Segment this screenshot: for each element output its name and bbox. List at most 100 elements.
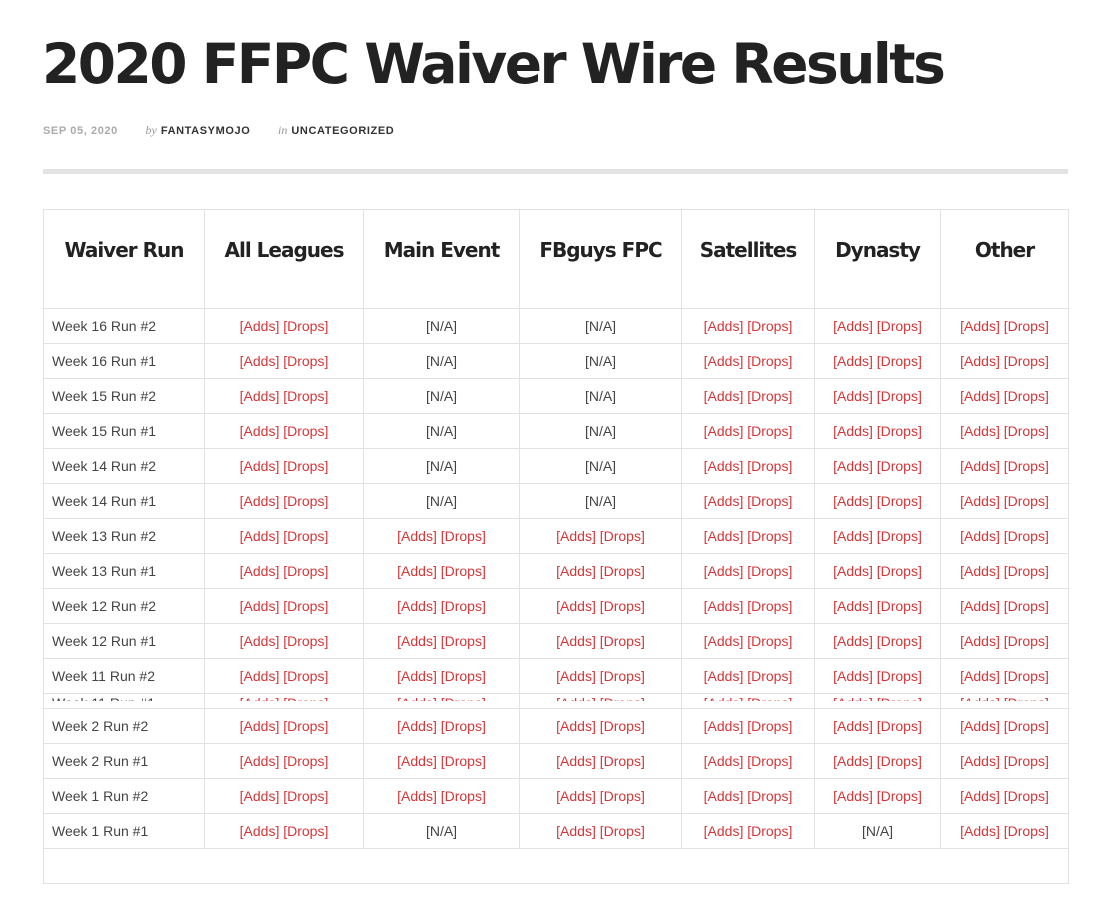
drops-link[interactable]: [Drops] xyxy=(283,318,328,334)
drops-link[interactable]: [Drops] xyxy=(747,598,792,614)
drops-link[interactable]: [Drops] xyxy=(877,563,922,579)
drops-link[interactable]: [Drops] xyxy=(600,528,645,544)
author-link[interactable]: FANTASYMOJO xyxy=(161,125,251,137)
adds-link[interactable]: [Adds] xyxy=(704,788,744,804)
adds-link[interactable]: [Adds] xyxy=(960,423,1000,439)
adds-link[interactable]: [Adds] xyxy=(240,563,280,579)
adds-link[interactable]: [Adds] xyxy=(556,598,596,614)
drops-link[interactable]: [Drops] xyxy=(877,695,922,701)
adds-link[interactable]: [Adds] xyxy=(556,633,596,649)
adds-link[interactable]: [Adds] xyxy=(397,598,437,614)
drops-link[interactable]: [Drops] xyxy=(747,493,792,509)
drops-link[interactable]: [Drops] xyxy=(283,823,328,839)
drops-link[interactable]: [Drops] xyxy=(747,823,792,839)
adds-link[interactable]: [Adds] xyxy=(704,458,744,474)
adds-link[interactable]: [Adds] xyxy=(833,695,873,701)
adds-link[interactable]: [Adds] xyxy=(960,668,1000,684)
adds-link[interactable]: [Adds] xyxy=(960,633,1000,649)
adds-link[interactable]: [Adds] xyxy=(240,598,280,614)
drops-link[interactable]: [Drops] xyxy=(600,718,645,734)
adds-link[interactable]: [Adds] xyxy=(833,423,873,439)
drops-link[interactable]: [Drops] xyxy=(747,528,792,544)
drops-link[interactable]: [Drops] xyxy=(877,318,922,334)
drops-link[interactable]: [Drops] xyxy=(1004,458,1049,474)
drops-link[interactable]: [Drops] xyxy=(600,633,645,649)
adds-link[interactable]: [Adds] xyxy=(960,753,1000,769)
adds-link[interactable]: [Adds] xyxy=(833,528,873,544)
drops-link[interactable]: [Drops] xyxy=(600,668,645,684)
drops-link[interactable]: [Drops] xyxy=(1004,388,1049,404)
adds-link[interactable]: [Adds] xyxy=(240,353,280,369)
drops-link[interactable]: [Drops] xyxy=(877,423,922,439)
adds-link[interactable]: [Adds] xyxy=(240,718,280,734)
adds-link[interactable]: [Adds] xyxy=(704,388,744,404)
drops-link[interactable]: [Drops] xyxy=(283,563,328,579)
drops-link[interactable]: [Drops] xyxy=(441,718,486,734)
adds-link[interactable]: [Adds] xyxy=(240,423,280,439)
drops-link[interactable]: [Drops] xyxy=(283,753,328,769)
adds-link[interactable]: [Adds] xyxy=(704,353,744,369)
adds-link[interactable]: [Adds] xyxy=(556,668,596,684)
adds-link[interactable]: [Adds] xyxy=(704,695,744,701)
adds-link[interactable]: [Adds] xyxy=(704,493,744,509)
adds-link[interactable]: [Adds] xyxy=(397,788,437,804)
adds-link[interactable]: [Adds] xyxy=(960,353,1000,369)
drops-link[interactable]: [Drops] xyxy=(877,598,922,614)
adds-link[interactable]: [Adds] xyxy=(240,753,280,769)
drops-link[interactable]: [Drops] xyxy=(747,353,792,369)
drops-link[interactable]: [Drops] xyxy=(1004,598,1049,614)
adds-link[interactable]: [Adds] xyxy=(704,423,744,439)
drops-link[interactable]: [Drops] xyxy=(877,458,922,474)
adds-link[interactable]: [Adds] xyxy=(960,563,1000,579)
adds-link[interactable]: [Adds] xyxy=(960,598,1000,614)
drops-link[interactable]: [Drops] xyxy=(747,458,792,474)
drops-link[interactable]: [Drops] xyxy=(283,788,328,804)
drops-link[interactable]: [Drops] xyxy=(441,753,486,769)
adds-link[interactable]: [Adds] xyxy=(556,753,596,769)
drops-link[interactable]: [Drops] xyxy=(600,788,645,804)
drops-link[interactable]: [Drops] xyxy=(747,753,792,769)
adds-link[interactable]: [Adds] xyxy=(240,695,280,701)
adds-link[interactable]: [Adds] xyxy=(397,668,437,684)
drops-link[interactable]: [Drops] xyxy=(441,528,486,544)
adds-link[interactable]: [Adds] xyxy=(397,528,437,544)
drops-link[interactable]: [Drops] xyxy=(1004,318,1049,334)
adds-link[interactable]: [Adds] xyxy=(833,598,873,614)
adds-link[interactable]: [Adds] xyxy=(960,388,1000,404)
adds-link[interactable]: [Adds] xyxy=(704,598,744,614)
adds-link[interactable]: [Adds] xyxy=(704,318,744,334)
drops-link[interactable]: [Drops] xyxy=(441,788,486,804)
drops-link[interactable]: [Drops] xyxy=(747,388,792,404)
drops-link[interactable]: [Drops] xyxy=(600,563,645,579)
adds-link[interactable]: [Adds] xyxy=(240,493,280,509)
drops-link[interactable]: [Drops] xyxy=(283,695,328,701)
drops-link[interactable]: [Drops] xyxy=(600,598,645,614)
adds-link[interactable]: [Adds] xyxy=(833,633,873,649)
drops-link[interactable]: [Drops] xyxy=(877,528,922,544)
drops-link[interactable]: [Drops] xyxy=(747,718,792,734)
category-link[interactable]: UNCATEGORIZED xyxy=(291,125,394,137)
adds-link[interactable]: [Adds] xyxy=(960,458,1000,474)
drops-link[interactable]: [Drops] xyxy=(600,823,645,839)
adds-link[interactable]: [Adds] xyxy=(240,458,280,474)
adds-link[interactable]: [Adds] xyxy=(704,823,744,839)
drops-link[interactable]: [Drops] xyxy=(283,388,328,404)
drops-link[interactable]: [Drops] xyxy=(283,633,328,649)
drops-link[interactable]: [Drops] xyxy=(600,753,645,769)
drops-link[interactable]: [Drops] xyxy=(877,353,922,369)
drops-link[interactable]: [Drops] xyxy=(441,633,486,649)
drops-link[interactable]: [Drops] xyxy=(283,598,328,614)
adds-link[interactable]: [Adds] xyxy=(240,823,280,839)
drops-link[interactable]: [Drops] xyxy=(747,633,792,649)
drops-link[interactable]: [Drops] xyxy=(747,788,792,804)
drops-link[interactable]: [Drops] xyxy=(283,718,328,734)
adds-link[interactable]: [Adds] xyxy=(397,753,437,769)
drops-link[interactable]: [Drops] xyxy=(441,563,486,579)
drops-link[interactable]: [Drops] xyxy=(1004,353,1049,369)
drops-link[interactable]: [Drops] xyxy=(877,788,922,804)
adds-link[interactable]: [Adds] xyxy=(240,318,280,334)
drops-link[interactable]: [Drops] xyxy=(1004,563,1049,579)
adds-link[interactable]: [Adds] xyxy=(556,823,596,839)
adds-link[interactable]: [Adds] xyxy=(556,788,596,804)
adds-link[interactable]: [Adds] xyxy=(833,353,873,369)
